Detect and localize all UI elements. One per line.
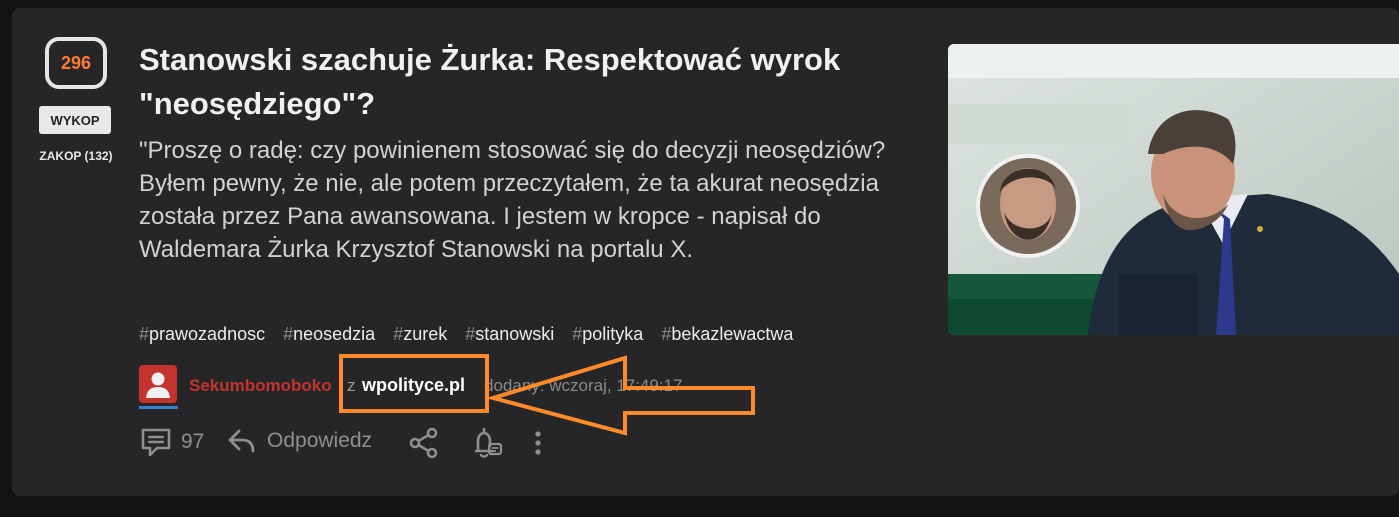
tag-link[interactable]: #neosedzia	[283, 324, 375, 345]
avatar[interactable]	[139, 365, 177, 403]
tag-link[interactable]: #bekazlewactwa	[661, 324, 793, 345]
wykop-button[interactable]: WYKOP	[39, 106, 111, 134]
from-label: z	[347, 376, 356, 395]
tag-list: #prawozadnosc #neosedzia #zurek #stanows…	[139, 324, 793, 345]
notification-bell-icon	[474, 427, 503, 458]
tag-link[interactable]: #stanowski	[465, 324, 554, 345]
post-description: "Proszę o radę: czy powinienem stosować …	[139, 137, 886, 263]
added-date: dodany: wczoraj, 17:49:17	[484, 376, 683, 395]
thumbnail-image	[948, 44, 1399, 335]
reply-label: Odpowiedz	[267, 429, 373, 452]
zakop-button[interactable]: ZAKOP (132)	[24, 149, 128, 163]
author-name[interactable]: Sekumbomoboko	[189, 376, 332, 396]
vote-count[interactable]: 296	[45, 37, 107, 89]
reply-button[interactable]: Odpowiedz	[227, 426, 372, 456]
source-link[interactable]: wpolityce.pl	[362, 375, 465, 396]
tag-link[interactable]: #prawozadnosc	[139, 324, 265, 345]
action-bar: 97 Odpowiedz	[139, 426, 559, 460]
tag-label: zurek	[403, 324, 448, 344]
tag-label: stanowski	[475, 324, 555, 344]
share-icon	[409, 427, 438, 459]
post-thumbnail[interactable]	[948, 44, 1399, 335]
comments-count: 97	[181, 430, 205, 453]
tag-label: polityka	[582, 324, 644, 344]
more-options-icon	[535, 431, 541, 455]
vote-box: 296	[39, 37, 113, 89]
tag-link[interactable]: #zurek	[393, 324, 447, 345]
tag-label: neosedzia	[293, 324, 376, 344]
tag-label: bekazlewactwa	[671, 324, 794, 344]
reply-icon	[228, 429, 255, 453]
comments-icon	[141, 428, 171, 457]
comments-button[interactable]: 97	[139, 426, 204, 458]
observe-button[interactable]	[471, 426, 503, 460]
avatar-underline	[139, 406, 178, 409]
more-options-button[interactable]	[531, 429, 545, 457]
tag-link[interactable]: #polityka	[572, 324, 643, 345]
share-button[interactable]	[409, 427, 439, 459]
post-title[interactable]: Stanowski szachuje Żurka: Respektować wy…	[139, 38, 909, 126]
user-avatar-icon	[146, 372, 170, 398]
tag-label: prawozadnosc	[149, 324, 266, 344]
